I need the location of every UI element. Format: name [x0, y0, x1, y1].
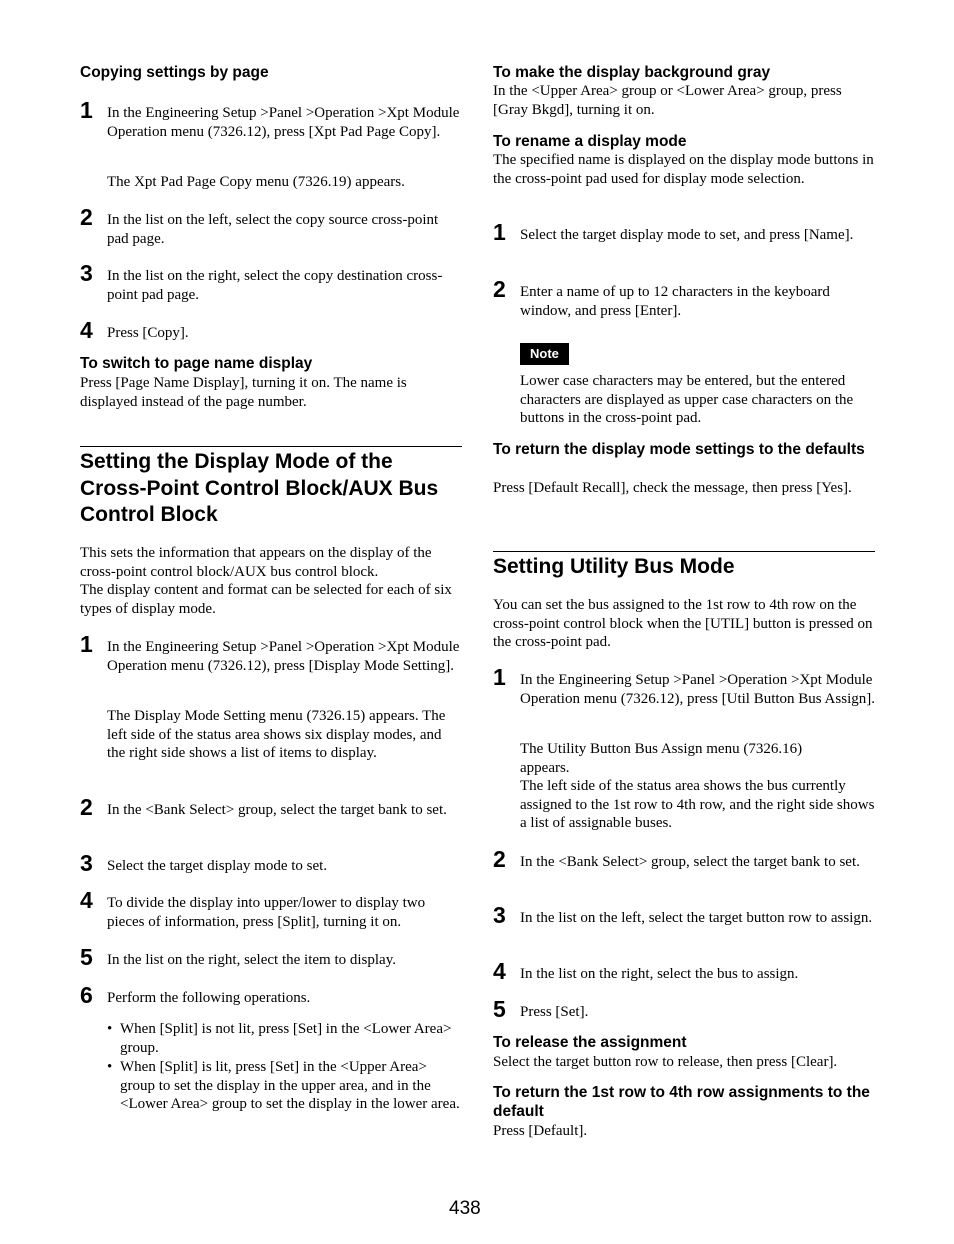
paragraph: Select the target button row to release,… [493, 1054, 838, 1070]
step-number: 1 [80, 97, 93, 123]
step-number: 2 [80, 204, 93, 230]
paragraph: This sets the information that appears o… [80, 545, 432, 580]
section-title-display-mode: Setting the Display Mode of the Cross-Po… [80, 450, 439, 526]
subsection-heading-defaults: To return the display mode settings to t… [493, 441, 865, 458]
step-number: 5 [493, 996, 506, 1022]
step-text: In the <Bank Select> group, select the t… [107, 802, 447, 818]
step-text: In the list on the right, select the bus… [520, 966, 799, 982]
subsection-heading-row-default: To return the 1st row to 4th row assignm… [493, 1084, 870, 1120]
step-number: 1 [80, 631, 93, 657]
step-text: In the list on the left, select the copy… [107, 212, 439, 247]
step-text: In the Engineering Setup >Panel >Operati… [520, 672, 875, 707]
subsection-heading-page-name: To switch to page name display [80, 355, 313, 372]
paragraph: The specified name is displayed on the d… [493, 152, 874, 187]
bullet-item: When [Split] is lit, press [Set] in the … [107, 1058, 462, 1114]
step-text: To divide the display into upper/lower t… [107, 895, 426, 930]
step-number: 4 [80, 887, 93, 913]
step-number: 4 [493, 958, 506, 984]
paragraph: Press [Default]. [493, 1123, 588, 1139]
step-text: In the Engineering Setup >Panel >Operati… [107, 105, 460, 140]
step-text: Select the target display mode to set, a… [520, 227, 854, 243]
step-text: Press [Set]. [520, 1004, 589, 1020]
step-number: 1 [493, 664, 506, 690]
subsection-heading-release: To release the assignment [493, 1034, 687, 1051]
step-number: 6 [80, 982, 93, 1008]
step-number: 2 [80, 794, 93, 820]
page-number: 438 [449, 1198, 481, 1219]
section-divider [493, 551, 875, 552]
step-number: 1 [493, 219, 506, 245]
step-result-text: The Utility Button Bus Assign menu (7326… [520, 741, 803, 776]
subsection-heading-rename: To rename a display mode [493, 133, 687, 150]
section-title-utility-bus: Setting Utility Bus Mode [493, 555, 735, 578]
section-heading-copying: Copying settings by page [80, 64, 269, 81]
step-result-text: The Xpt Pad Page Copy menu (7326.19) app… [107, 174, 405, 190]
paragraph: Press [Default Recall], check the messag… [493, 480, 852, 496]
step-number: 3 [80, 850, 93, 876]
step-text: In the <Bank Select> group, select the t… [520, 854, 860, 870]
step-text: In the list on the right, select the ite… [107, 952, 396, 968]
step-text: In the Engineering Setup >Panel >Operati… [107, 639, 460, 674]
step-number: 3 [493, 902, 506, 928]
step-number: 2 [493, 846, 506, 872]
note-badge: Note [520, 343, 569, 365]
step-number: 2 [493, 276, 506, 302]
step-number: 3 [80, 260, 93, 286]
step-result-text: The Display Mode Setting menu (7326.15) … [107, 708, 446, 762]
step-text: Select the target display mode to set. [107, 858, 328, 874]
step-number: 4 [80, 317, 93, 343]
step-text: Enter a name of up to 12 characters in t… [520, 284, 830, 319]
paragraph: Press [Page Name Display], turning it on… [80, 375, 407, 410]
paragraph: The display content and format can be se… [80, 582, 452, 617]
step-text: Perform the following operations. [107, 990, 311, 1006]
paragraph: You can set the bus assigned to the 1st … [493, 597, 873, 651]
section-divider [80, 446, 462, 447]
subsection-heading-gray-bkgd: To make the display background gray [493, 64, 771, 81]
step-text: Press [Copy]. [107, 325, 189, 341]
bullet-item: When [Split] is not lit, press [Set] in … [107, 1020, 462, 1057]
step-text: In the list on the right, select the cop… [107, 268, 443, 303]
step-result-text: The left side of the status area shows t… [520, 778, 875, 832]
paragraph: In the <Upper Area> group or <Lower Area… [493, 83, 842, 118]
step-text: In the list on the left, select the targ… [520, 910, 873, 926]
step-number: 5 [80, 944, 93, 970]
note-text: Lower case characters may be entered, bu… [520, 373, 854, 427]
